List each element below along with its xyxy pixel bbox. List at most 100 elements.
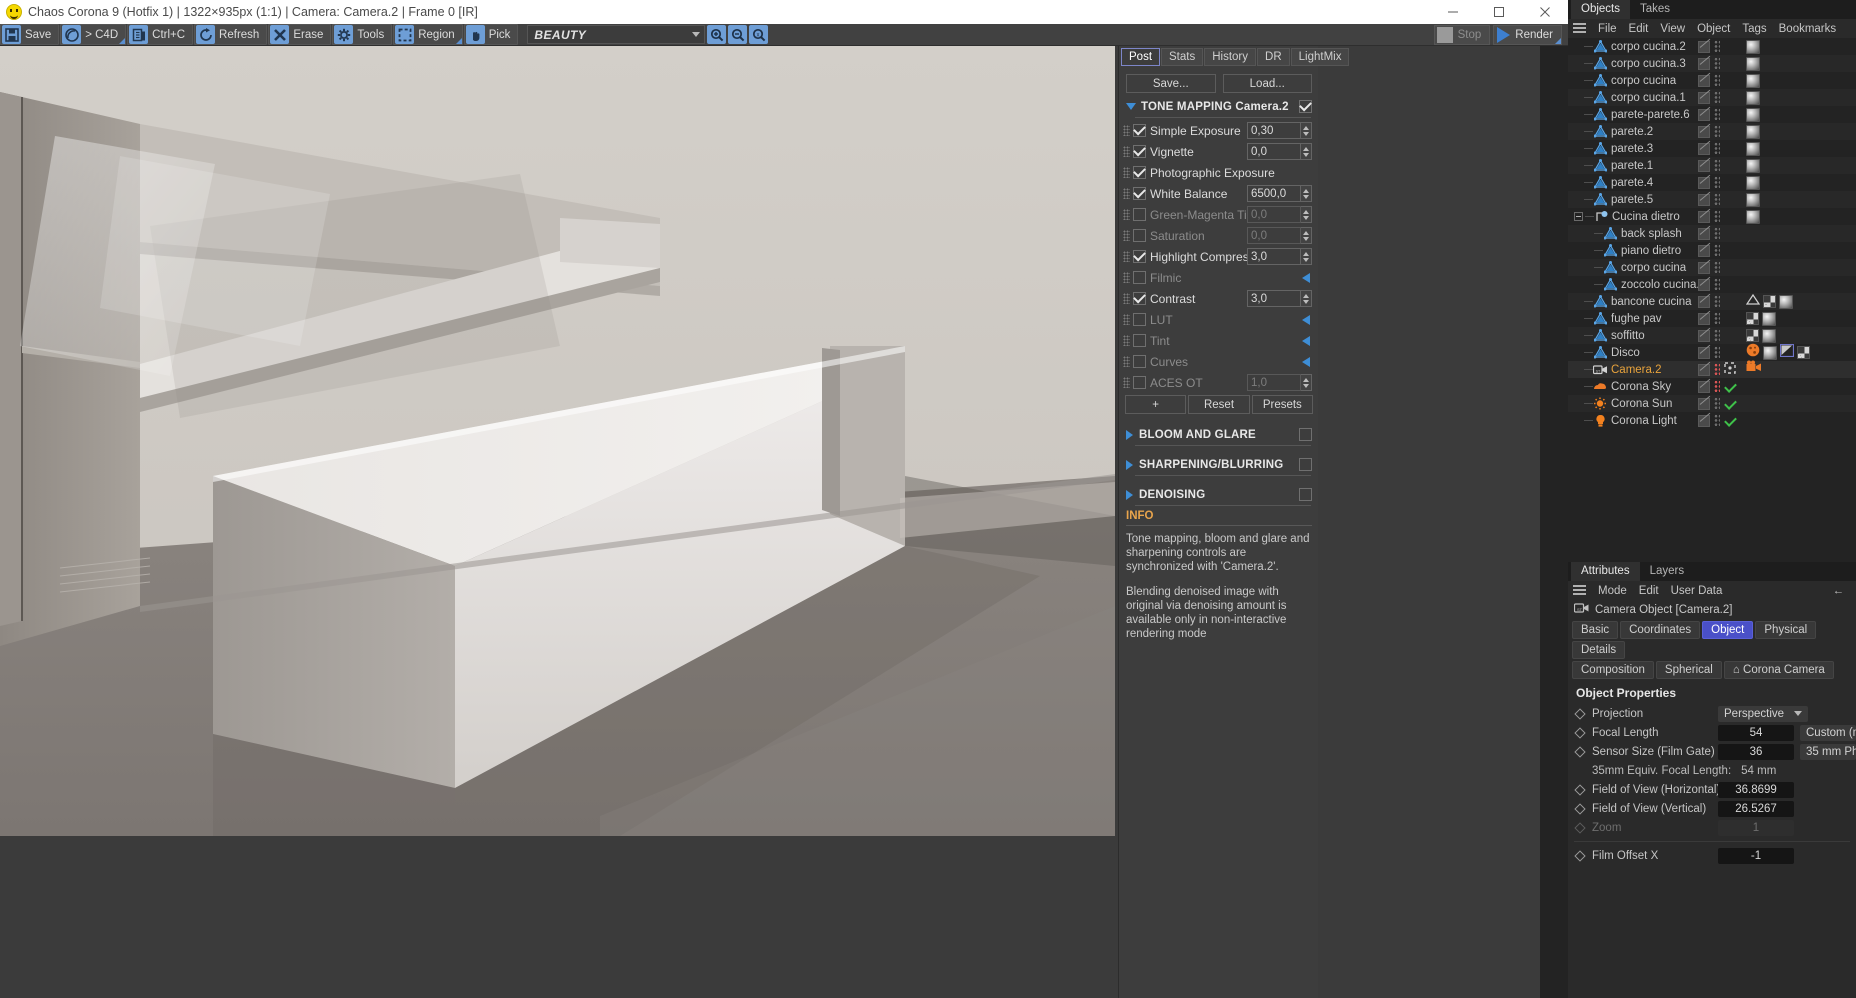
visibility-dots-icon[interactable]	[1714, 397, 1720, 410]
material-ball-icon[interactable]	[1746, 39, 1760, 54]
tone-mapping-value-input[interactable]: 0,0	[1247, 206, 1301, 223]
zoom-out-button[interactable]	[728, 25, 748, 44]
material-ball-icon[interactable]	[1746, 107, 1760, 122]
object-visibility-dots[interactable]	[1698, 174, 1720, 191]
object-manager-row[interactable]: Corona Sky	[1568, 378, 1856, 395]
enabled-check-icon[interactable]	[1724, 414, 1737, 427]
angle-tag-icon[interactable]	[1779, 343, 1795, 362]
checker-tag-icon[interactable]	[1746, 329, 1759, 342]
layer-tag-box[interactable]	[1698, 312, 1710, 325]
object-manager-row[interactable]: Cucina dietro	[1568, 208, 1856, 225]
material-ball-icon[interactable]	[1746, 141, 1760, 156]
menu-tags[interactable]: Tags	[1742, 23, 1766, 35]
triangle-left-icon[interactable]	[1302, 335, 1310, 346]
attr-tab-details[interactable]: Details	[1572, 641, 1626, 659]
polygon-object-icon[interactable]	[1593, 108, 1607, 122]
visibility-dots-icon[interactable]	[1714, 210, 1720, 223]
tone-mapping-checkbox[interactable]	[1133, 145, 1146, 158]
tone-mapping-value-input[interactable]: 3,0	[1247, 248, 1301, 265]
layer-tag-box[interactable]	[1698, 329, 1710, 342]
attribute-value-input[interactable]: 1	[1718, 819, 1794, 836]
visibility-dots-icon[interactable]	[1714, 346, 1720, 359]
animate-keyframe-icon[interactable]	[1574, 783, 1586, 796]
object-manager-row[interactable]: parete.5	[1568, 191, 1856, 208]
drag-handle-icon[interactable]	[1123, 209, 1130, 220]
tab-stats[interactable]: Stats	[1161, 48, 1204, 66]
checker-tag-icon[interactable]	[1746, 312, 1759, 325]
render-pass-select[interactable]: BEAUTY	[527, 25, 706, 44]
tone-mapping-header[interactable]: TONE MAPPING Camera.2	[1119, 97, 1318, 114]
material-ball-icon[interactable]	[1746, 192, 1760, 207]
attribute-unit-select[interactable]: 35 mm Ph	[1800, 743, 1856, 760]
material-ball-icon[interactable]	[1746, 56, 1760, 71]
attr-tab-coordinates[interactable]: Coordinates	[1620, 621, 1701, 639]
tone-mapping-checkbox[interactable]	[1133, 166, 1146, 179]
material-ball-icon[interactable]	[1746, 90, 1760, 105]
layer-tag-box[interactable]	[1698, 74, 1710, 87]
refresh-button[interactable]: Refresh	[194, 24, 268, 45]
layer-tag-box[interactable]	[1698, 142, 1710, 155]
object-visibility-dots[interactable]	[1698, 412, 1737, 429]
material-ball-icon[interactable]	[1762, 311, 1776, 326]
tone-mapping-value-input[interactable]: 0,0	[1247, 227, 1301, 244]
layer-tag-box[interactable]	[1698, 397, 1710, 410]
reset-tonemap-button[interactable]: Reset	[1188, 395, 1250, 414]
tone-mapping-checkbox[interactable]	[1133, 334, 1146, 347]
layer-tag-box[interactable]	[1698, 193, 1710, 206]
pick-button[interactable]: Pick	[463, 24, 519, 45]
layer-tag-box[interactable]	[1698, 159, 1710, 172]
tone-mapping-checkbox[interactable]	[1133, 292, 1146, 305]
post-load-button[interactable]: Load...	[1222, 74, 1312, 93]
layer-tag-box[interactable]	[1698, 210, 1710, 223]
enabled-check-icon[interactable]	[1724, 397, 1737, 410]
visibility-dots-icon[interactable]	[1714, 278, 1720, 291]
layer-tag-box[interactable]	[1698, 176, 1710, 189]
attribute-value-input[interactable]: 36	[1718, 743, 1794, 760]
drag-handle-icon[interactable]	[1123, 293, 1130, 304]
render-viewport[interactable]	[0, 46, 1115, 836]
close-button[interactable]	[1522, 0, 1568, 24]
material-ball-icon[interactable]	[1746, 124, 1760, 139]
layer-tag-box[interactable]	[1698, 91, 1710, 104]
visibility-dots-icon[interactable]	[1714, 363, 1720, 376]
render-button[interactable]: Render	[1493, 25, 1562, 45]
tone-mapping-checkbox[interactable]	[1133, 229, 1146, 242]
layer-tag-box[interactable]	[1698, 295, 1710, 308]
object-manager-row[interactable]: bancone cucina	[1568, 293, 1856, 310]
spinner-stepper[interactable]	[1301, 122, 1312, 139]
object-manager-row[interactable]: soffitto	[1568, 327, 1856, 344]
attr-tab-object[interactable]: Object	[1702, 621, 1754, 639]
spinner-stepper[interactable]	[1301, 143, 1312, 160]
menu-edit[interactable]: Edit	[1639, 585, 1659, 597]
triangle-left-icon[interactable]	[1302, 272, 1310, 283]
layer-tag-box[interactable]	[1698, 261, 1710, 274]
attr-tab-physical[interactable]: Physical	[1755, 621, 1817, 639]
spinner-stepper[interactable]	[1301, 374, 1312, 391]
polygon-object-icon[interactable]	[1593, 193, 1607, 207]
tab-layers[interactable]: Layers	[1640, 562, 1695, 581]
object-manager-row[interactable]: ST Camera.2	[1568, 360, 1856, 378]
material-ball-icon[interactable]	[1746, 73, 1760, 88]
attr-tab-basic[interactable]: Basic	[1572, 621, 1619, 639]
object-visibility-dots[interactable]	[1698, 259, 1720, 276]
polygon-object-icon[interactable]	[1593, 40, 1607, 54]
sharpening-blurring-header[interactable]: SHARPENING/BLURRING	[1119, 455, 1318, 472]
tone-mapping-value-input[interactable]: 0,0	[1247, 143, 1301, 160]
object-manager-row[interactable]: corpo cucina	[1568, 259, 1856, 276]
denoising-checkbox[interactable]	[1299, 488, 1312, 501]
visibility-dots-icon[interactable]	[1714, 227, 1720, 240]
zoom-in-button[interactable]	[707, 25, 727, 44]
object-visibility-dots[interactable]	[1698, 361, 1736, 378]
layer-tag-box[interactable]	[1698, 380, 1710, 393]
layer-tag-box[interactable]	[1698, 125, 1710, 138]
sharpening-blurring-checkbox[interactable]	[1299, 458, 1312, 471]
material-ball-icon[interactable]	[1779, 294, 1793, 309]
visibility-dots-icon[interactable]	[1714, 125, 1720, 138]
polygon-object-icon[interactable]	[1593, 125, 1607, 139]
post-save-button[interactable]: Save...	[1126, 74, 1216, 93]
corona-sky-icon[interactable]	[1593, 380, 1607, 394]
object-visibility-dots[interactable]	[1698, 72, 1720, 89]
object-manager-row[interactable]: corpo cucina.2	[1568, 38, 1856, 55]
copy-button[interactable]: Ctrl+C	[127, 24, 194, 45]
attribute-value-input[interactable]: -1	[1718, 847, 1794, 864]
